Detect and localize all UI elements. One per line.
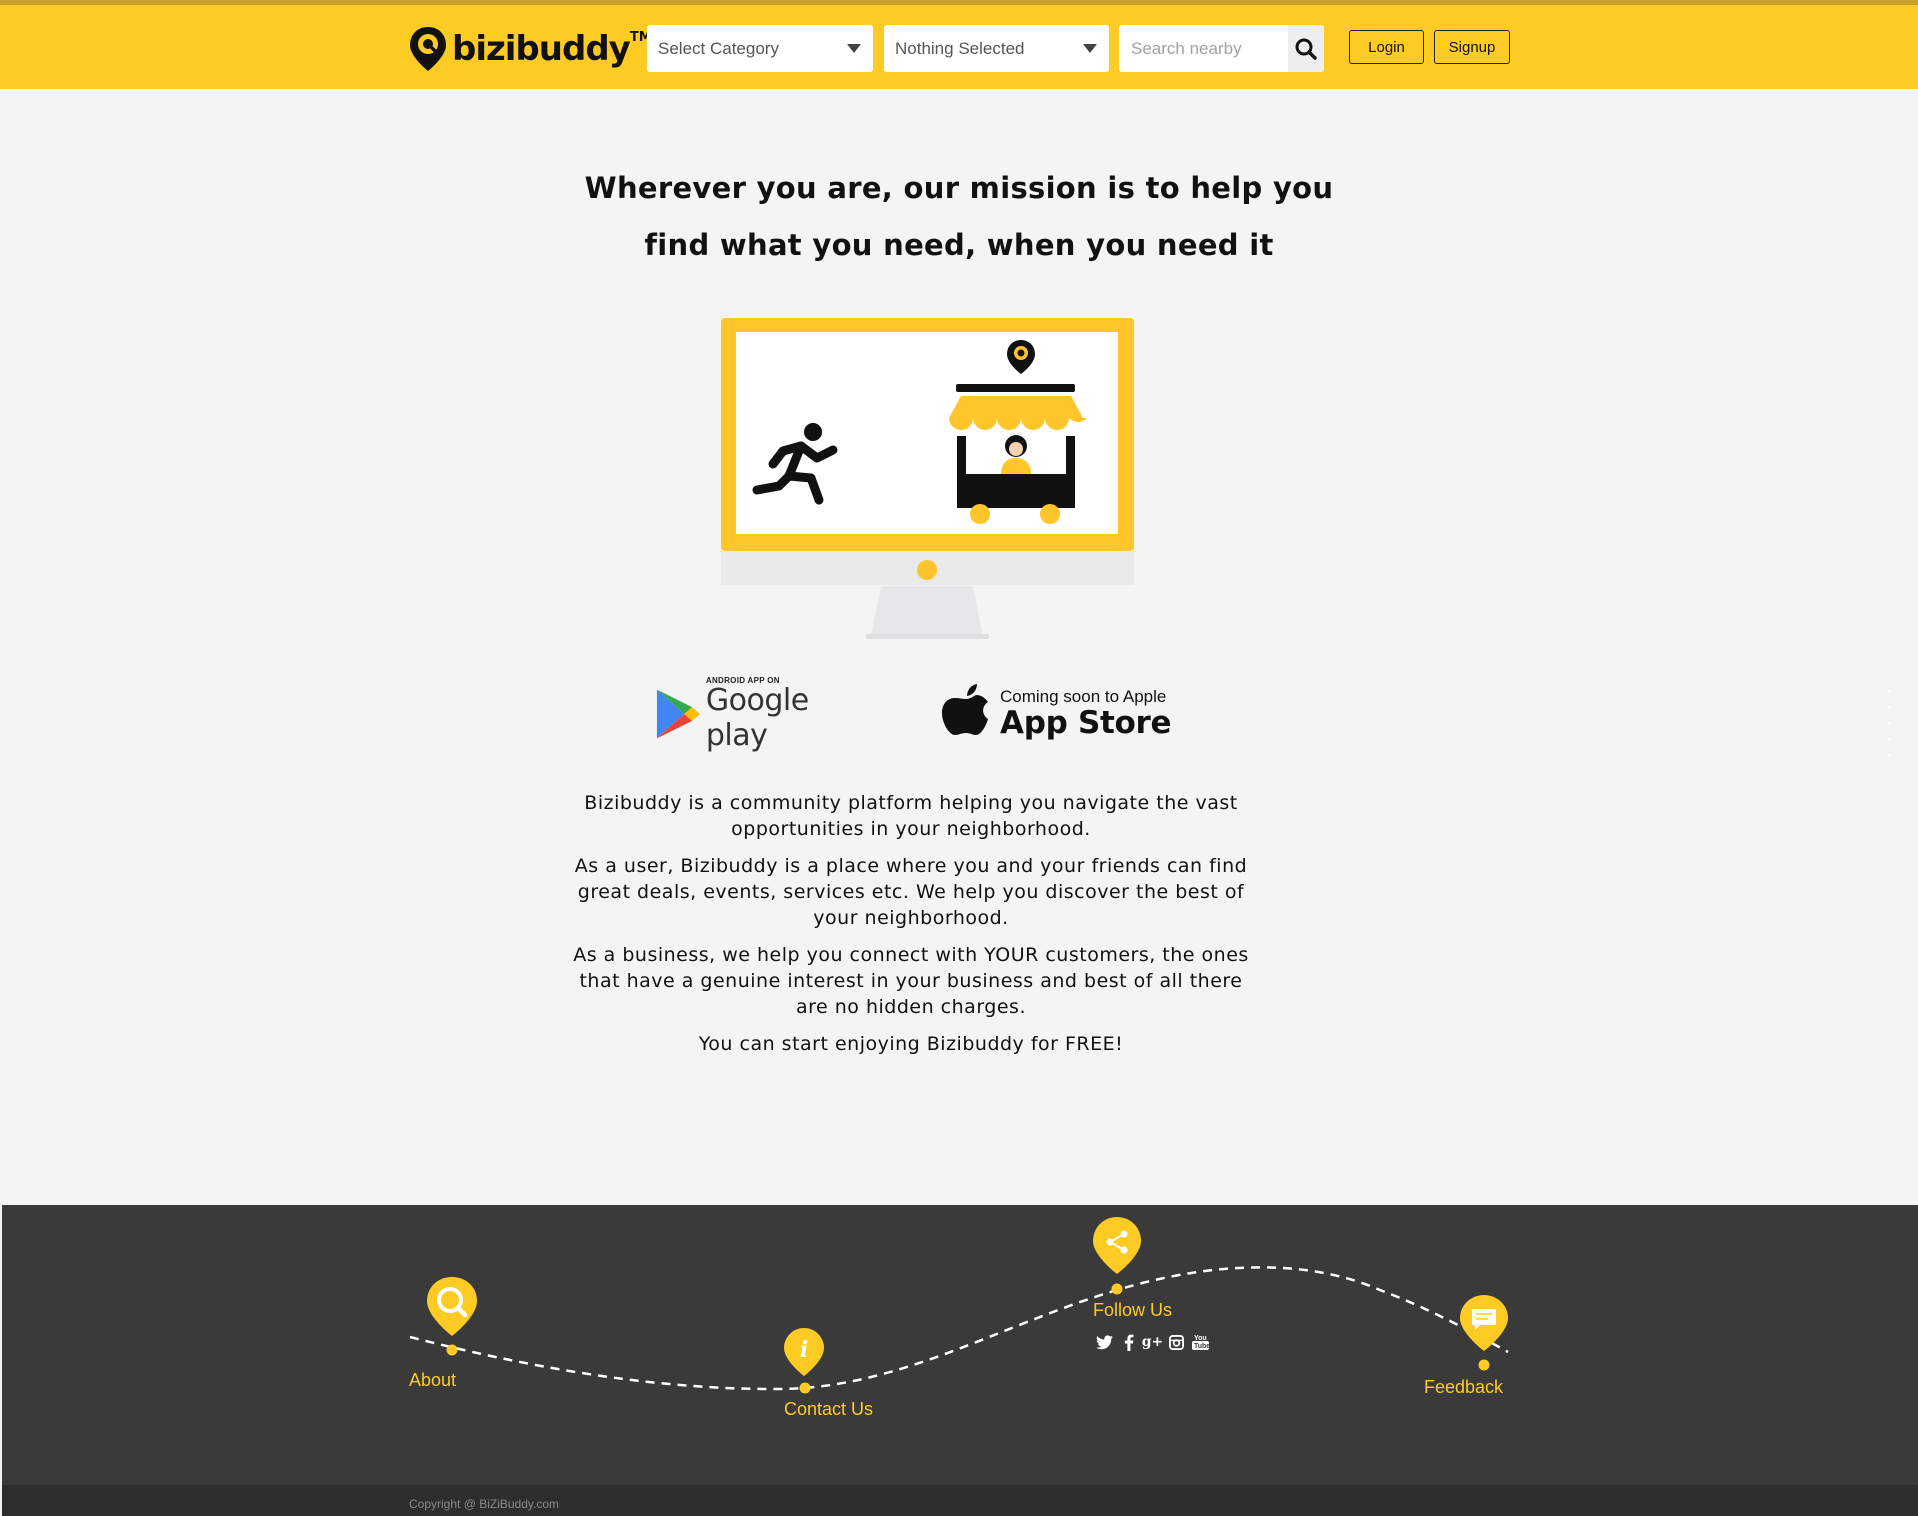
description-paragraph: You can start enjoying Bizibuddy for FRE…	[698, 1033, 1124, 1055]
app-store-text: App Store	[1000, 705, 1172, 741]
brand-name: bizibuddy	[452, 29, 631, 69]
search-button[interactable]	[1288, 25, 1324, 72]
search-input[interactable]	[1119, 25, 1289, 72]
monitor-illustration	[721, 318, 1134, 639]
headline-line-1: Wherever you are, our mission is to help…	[584, 171, 1334, 205]
filter-select-value: Nothing Selected	[895, 38, 1025, 58]
filter-select[interactable]: Nothing Selected	[884, 25, 1109, 72]
description: Bizibuddy is a community platform helpin…	[571, 790, 1251, 1068]
contact-pin-icon: i	[784, 1328, 824, 1376]
footer-feedback-link[interactable]: Feedback	[1424, 1377, 1503, 1398]
google-play-icon	[656, 689, 700, 739]
description-paragraph: As a user, Bizibuddy is a place where yo…	[574, 855, 1248, 929]
side-scroll-indicator	[1888, 690, 1892, 780]
google-play-text: Google play	[705, 682, 809, 753]
footer-about-link[interactable]: About	[409, 1370, 456, 1391]
feedback-pin-icon	[1460, 1295, 1508, 1351]
twitter-icon[interactable]	[1096, 1333, 1113, 1351]
footer-bottom-bar	[2, 1485, 1918, 1516]
hero-headline: Wherever you are, our mission is to help…	[459, 160, 1459, 274]
youtube-icon[interactable]: You Tube	[1192, 1333, 1209, 1351]
share-pin-icon	[1093, 1217, 1141, 1274]
google-plus-icon[interactable]: g+	[1142, 1333, 1164, 1351]
chevron-down-icon	[1083, 44, 1097, 53]
brand-logo[interactable]: bizibuddy TM	[408, 24, 652, 74]
about-pin-icon	[427, 1277, 477, 1336]
footer-follow-label: Follow Us	[1093, 1300, 1173, 1320]
facebook-icon[interactable]	[1120, 1333, 1137, 1351]
headline-line-2: find what you need, when you need it	[644, 228, 1274, 262]
app-store-badge[interactable]: Coming soon to Apple App Store	[940, 678, 1200, 750]
svg-text:Tube: Tube	[1194, 1343, 1209, 1350]
instagram-icon[interactable]	[1168, 1333, 1185, 1351]
footer-path-graphic: i	[409, 1217, 1509, 1394]
app-store-small-text: Coming soon to Apple	[1000, 687, 1167, 706]
description-paragraph: As a business, we help you connect with …	[573, 944, 1249, 1018]
chevron-down-icon	[847, 44, 861, 53]
apple-icon	[942, 684, 988, 735]
category-select[interactable]: Select Category	[647, 25, 873, 72]
social-links: g+ You Tube	[1096, 1333, 1209, 1351]
description-paragraph: Bizibuddy is a community platform helpin…	[584, 792, 1238, 840]
google-play-badge[interactable]: ANDROID APP ON Google play	[655, 676, 875, 753]
search-icon	[1295, 38, 1317, 60]
svg-text:i: i	[800, 1337, 808, 1363]
login-button[interactable]: Login	[1349, 30, 1424, 64]
copyright-text: Copyright @ BiZiBuddy.com	[409, 1497, 560, 1511]
location-pin-icon	[410, 27, 446, 71]
search-box	[1119, 25, 1324, 72]
footer-contact-link[interactable]: Contact Us	[784, 1399, 873, 1420]
signup-button[interactable]: Signup	[1434, 30, 1510, 64]
svg-text:You: You	[1194, 1335, 1207, 1342]
category-select-value: Select Category	[658, 38, 779, 58]
